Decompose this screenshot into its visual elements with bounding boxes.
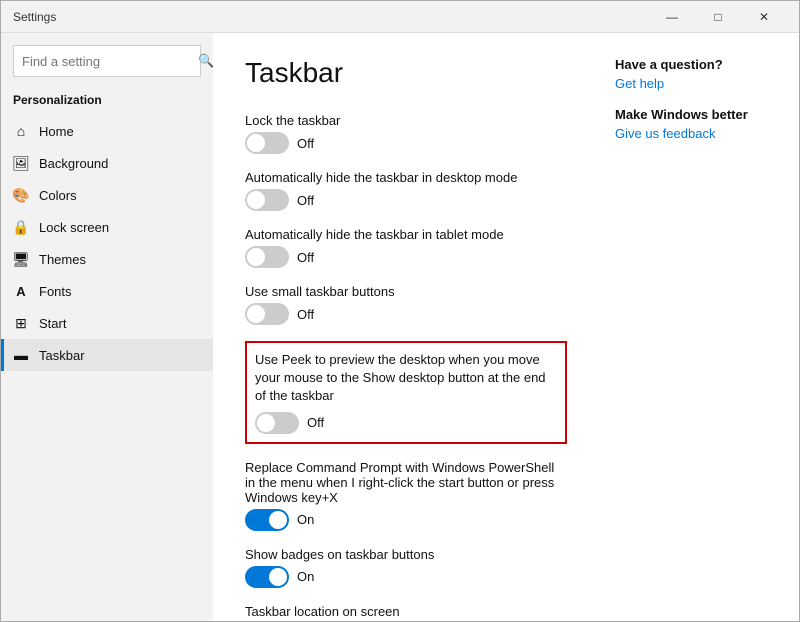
search-icon: 🔍 xyxy=(198,53,213,69)
sidebar: 🔍 Personalization ⌂ Home 🖼 Background 🎨 … xyxy=(1,33,213,621)
give-feedback-link[interactable]: Give us feedback xyxy=(615,126,783,141)
powershell-status: On xyxy=(297,512,314,527)
auto-hide-desktop-toggle[interactable] xyxy=(245,189,289,211)
colors-icon: 🎨 xyxy=(13,187,29,203)
small-taskbar-toggle-row: Off xyxy=(245,303,567,325)
feedback-title: Make Windows better xyxy=(615,107,783,122)
search-box[interactable]: 🔍 xyxy=(13,45,201,77)
powershell-toggle-row: On xyxy=(245,509,567,531)
search-input[interactable] xyxy=(22,54,198,69)
badges-setting: Show badges on taskbar buttons On xyxy=(245,547,567,588)
window-title: Settings xyxy=(13,10,649,24)
peek-toggle[interactable] xyxy=(255,412,299,434)
minimize-button[interactable]: — xyxy=(649,1,695,33)
fonts-icon: A xyxy=(13,283,29,299)
toggle-knob xyxy=(247,248,265,266)
sidebar-item-label: Background xyxy=(39,156,108,171)
sidebar-item-home[interactable]: ⌂ Home xyxy=(1,115,213,147)
sidebar-item-label: Lock screen xyxy=(39,220,109,235)
sidebar-item-start[interactable]: ⊞ Start xyxy=(1,307,213,339)
taskbar-icon: ▬ xyxy=(13,347,29,363)
badges-status: On xyxy=(297,569,314,584)
right-panel: Have a question? Get help Make Windows b… xyxy=(599,33,799,621)
powershell-label: Replace Command Prompt with Windows Powe… xyxy=(245,460,567,505)
auto-hide-desktop-status: Off xyxy=(297,193,314,208)
sidebar-item-themes[interactable]: 🖥 Themes xyxy=(1,243,213,275)
small-taskbar-label: Use small taskbar buttons xyxy=(245,284,567,299)
badges-toggle[interactable] xyxy=(245,566,289,588)
window-content: 🔍 Personalization ⌂ Home 🖼 Background 🎨 … xyxy=(1,33,799,621)
peek-label: Use Peek to preview the desktop when you… xyxy=(255,351,557,406)
title-bar: Settings — □ ✕ xyxy=(1,1,799,33)
page-title: Taskbar xyxy=(245,57,567,89)
sidebar-item-lock-screen[interactable]: 🔒 Lock screen xyxy=(1,211,213,243)
peek-setting-highlighted: Use Peek to preview the desktop when you… xyxy=(245,341,567,444)
help-title: Have a question? xyxy=(615,57,783,72)
lock-taskbar-label: Lock the taskbar xyxy=(245,113,567,128)
small-taskbar-status: Off xyxy=(297,307,314,322)
sidebar-item-label: Taskbar xyxy=(39,348,85,363)
taskbar-location-label: Taskbar location on screen xyxy=(245,604,567,619)
home-icon: ⌂ xyxy=(13,123,29,139)
sidebar-item-colors[interactable]: 🎨 Colors xyxy=(1,179,213,211)
powershell-toggle[interactable] xyxy=(245,509,289,531)
sidebar-section-title: Personalization xyxy=(1,89,213,115)
toggle-knob xyxy=(247,191,265,209)
sidebar-item-label: Themes xyxy=(39,252,86,267)
auto-hide-desktop-setting: Automatically hide the taskbar in deskto… xyxy=(245,170,567,211)
start-icon: ⊞ xyxy=(13,315,29,331)
get-help-link[interactable]: Get help xyxy=(615,76,783,91)
sidebar-item-fonts[interactable]: A Fonts xyxy=(1,275,213,307)
badges-toggle-row: On xyxy=(245,566,567,588)
toggle-knob xyxy=(269,568,287,586)
lock-taskbar-toggle[interactable] xyxy=(245,132,289,154)
taskbar-location-row: Taskbar location on screen Bottom ▾ xyxy=(245,604,567,621)
themes-icon: 🖥 xyxy=(13,251,29,267)
lock-taskbar-setting: Lock the taskbar Off xyxy=(245,113,567,154)
close-button[interactable]: ✕ xyxy=(741,1,787,33)
maximize-button[interactable]: □ xyxy=(695,1,741,33)
peek-status: Off xyxy=(307,415,324,430)
sidebar-item-label: Home xyxy=(39,124,74,139)
badges-label: Show badges on taskbar buttons xyxy=(245,547,567,562)
toggle-knob xyxy=(269,511,287,529)
auto-hide-tablet-toggle[interactable] xyxy=(245,246,289,268)
small-taskbar-toggle[interactable] xyxy=(245,303,289,325)
lock-taskbar-toggle-row: Off xyxy=(245,132,567,154)
main-content: Taskbar Lock the taskbar Off Automatical… xyxy=(213,33,599,621)
auto-hide-desktop-label: Automatically hide the taskbar in deskto… xyxy=(245,170,567,185)
small-taskbar-setting: Use small taskbar buttons Off xyxy=(245,284,567,325)
auto-hide-tablet-status: Off xyxy=(297,250,314,265)
powershell-setting: Replace Command Prompt with Windows Powe… xyxy=(245,460,567,531)
toggle-knob xyxy=(247,305,265,323)
auto-hide-tablet-label: Automatically hide the taskbar in tablet… xyxy=(245,227,567,242)
peek-toggle-row: Off xyxy=(255,412,557,434)
lock-taskbar-status: Off xyxy=(297,136,314,151)
auto-hide-desktop-toggle-row: Off xyxy=(245,189,567,211)
sidebar-item-label: Fonts xyxy=(39,284,72,299)
settings-window: Settings — □ ✕ 🔍 Personalization ⌂ Home … xyxy=(0,0,800,622)
toggle-knob xyxy=(257,414,275,432)
lock-icon: 🔒 xyxy=(13,219,29,235)
window-controls: — □ ✕ xyxy=(649,1,787,33)
toggle-knob xyxy=(247,134,265,152)
auto-hide-tablet-setting: Automatically hide the taskbar in tablet… xyxy=(245,227,567,268)
sidebar-item-background[interactable]: 🖼 Background xyxy=(1,147,213,179)
sidebar-item-label: Colors xyxy=(39,188,77,203)
sidebar-item-label: Start xyxy=(39,316,66,331)
background-icon: 🖼 xyxy=(13,155,29,171)
auto-hide-tablet-toggle-row: Off xyxy=(245,246,567,268)
sidebar-item-taskbar[interactable]: ▬ Taskbar xyxy=(1,339,213,371)
